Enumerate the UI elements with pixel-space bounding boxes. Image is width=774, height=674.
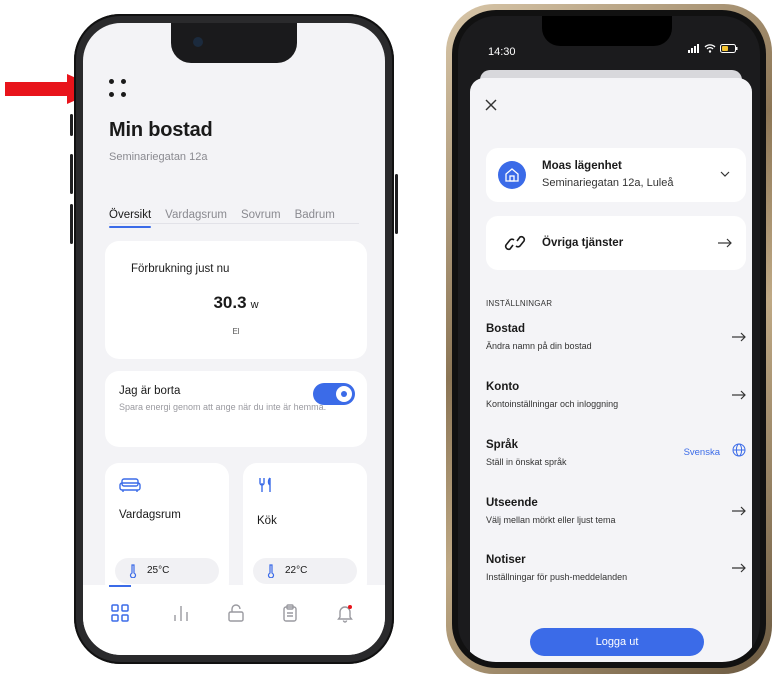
arrow-right-icon — [732, 332, 746, 342]
right-screen: 14:30 Moas lägenhet Seminariegatan 12a, … — [458, 16, 760, 662]
arrow-right-icon — [732, 390, 746, 400]
clipboard-icon[interactable] — [280, 603, 300, 623]
unlock-icon[interactable] — [226, 603, 246, 623]
page-title: Min bostad — [109, 119, 213, 141]
consumption-value: 30.3 w — [105, 293, 367, 313]
home-icon — [498, 161, 526, 189]
active-indicator — [109, 585, 131, 587]
temperature-pill: 22°C — [253, 558, 357, 584]
sofa-icon — [119, 478, 141, 492]
status-icons — [688, 44, 738, 53]
consumption-unit: w — [250, 299, 259, 311]
room-tabs: Översikt Vardagsrum Sovrum Badrum — [109, 209, 335, 228]
globe-icon — [732, 443, 746, 457]
menu-dots-icon[interactable] — [109, 79, 129, 99]
arrow-right-icon — [718, 238, 732, 248]
bell-icon[interactable] — [335, 603, 355, 623]
notch — [171, 23, 297, 63]
away-description: Spara energi genom att ange när du inte … — [119, 402, 327, 412]
tab-vardagsrum[interactable]: Vardagsrum — [165, 209, 227, 221]
tab-badrum[interactable]: Badrum — [295, 209, 335, 221]
temperature-value: 22°C — [285, 565, 308, 576]
setting-title: Bostad — [486, 323, 525, 335]
left-phone: Min bostad Seminariegatan 12a Översikt V… — [70, 14, 398, 664]
tab-oversikt[interactable]: Översikt — [109, 209, 152, 228]
away-card: Jag är borta Spara energi genom att ange… — [105, 371, 367, 447]
arrow-right-icon — [732, 506, 746, 516]
setting-notiser[interactable]: Notiser Inställningar för push-meddeland… — [486, 554, 748, 594]
home-name: Moas lägenhet — [542, 160, 622, 172]
consumption-type: El — [232, 327, 240, 336]
tab-sovrum[interactable]: Sovrum — [241, 209, 281, 221]
consumption-card[interactable]: Förbrukning just nu 30.3 w El — [105, 241, 367, 359]
room-card-kok[interactable]: Kök 22°C — [243, 463, 367, 597]
utensils-icon — [259, 477, 271, 492]
setting-bostad[interactable]: Bostad Ändra namn på din bostad — [486, 323, 748, 363]
battery-icon — [720, 44, 738, 53]
status-time: 14:30 — [488, 46, 516, 58]
chevron-down-icon[interactable] — [720, 170, 730, 178]
other-services-label: Övriga tjänster — [542, 237, 624, 249]
temperature-pill: 25°C — [115, 558, 219, 584]
setting-description: Kontoinställningar och inloggning — [486, 399, 619, 409]
notch — [542, 16, 672, 46]
settings-section-title: INSTÄLLNINGAR — [486, 299, 553, 308]
home-address: Seminariegatan 12a, Luleå — [542, 177, 674, 189]
setting-description: Välj mellan mörkt eller ljust tema — [486, 515, 616, 525]
setting-konto[interactable]: Konto Kontoinställningar och inloggning — [486, 381, 748, 421]
setting-description: Ställ in önskat språk — [486, 457, 567, 467]
language-value: Svenska — [683, 447, 720, 458]
setting-title: Konto — [486, 381, 520, 393]
arrow-right-icon — [732, 563, 746, 573]
settings-sheet: Moas lägenhet Seminariegatan 12a, Luleå … — [470, 78, 752, 662]
setting-description: Ändra namn på din bostad — [486, 341, 592, 351]
setting-utseende[interactable]: Utseende Välj mellan mörkt eller ljust t… — [486, 497, 748, 537]
grid-icon[interactable] — [110, 603, 130, 623]
wifi-icon — [704, 44, 716, 53]
page-subtitle: Seminariegatan 12a — [109, 151, 208, 163]
consumption-number: 30.3 — [213, 293, 247, 312]
temperature-value: 25°C — [147, 565, 170, 576]
left-screen: Min bostad Seminariegatan 12a Översikt V… — [83, 23, 385, 655]
room-card-vardagsrum[interactable]: Vardagsrum 25°C — [105, 463, 229, 597]
room-name: Kök — [257, 515, 277, 527]
home-selector[interactable]: Moas lägenhet Seminariegatan 12a, Luleå — [486, 148, 746, 202]
away-toggle[interactable] — [313, 383, 355, 405]
logout-button[interactable]: Logga ut — [530, 628, 704, 656]
setting-title: Språk — [486, 439, 518, 451]
bar-chart-icon[interactable] — [171, 603, 191, 623]
room-name: Vardagsrum — [119, 509, 181, 521]
consumption-title: Förbrukning just nu — [131, 263, 230, 275]
thermometer-icon — [267, 564, 275, 578]
setting-title: Utseende — [486, 497, 538, 509]
tab-divider — [109, 223, 359, 224]
setting-title: Notiser — [486, 554, 526, 566]
thermometer-icon — [129, 564, 137, 578]
bottom-navigation — [83, 585, 385, 655]
setting-description: Inställningar för push-meddelanden — [486, 572, 628, 582]
right-phone: 14:30 Moas lägenhet Seminariegatan 12a, … — [446, 4, 772, 674]
setting-sprak[interactable]: Språk Ställ in önskat språk Svenska — [486, 439, 748, 479]
away-title: Jag är borta — [119, 385, 181, 397]
close-icon[interactable] — [484, 98, 498, 112]
signal-icon — [688, 44, 699, 53]
link-icon — [504, 235, 526, 251]
other-services-button[interactable]: Övriga tjänster — [486, 216, 746, 270]
